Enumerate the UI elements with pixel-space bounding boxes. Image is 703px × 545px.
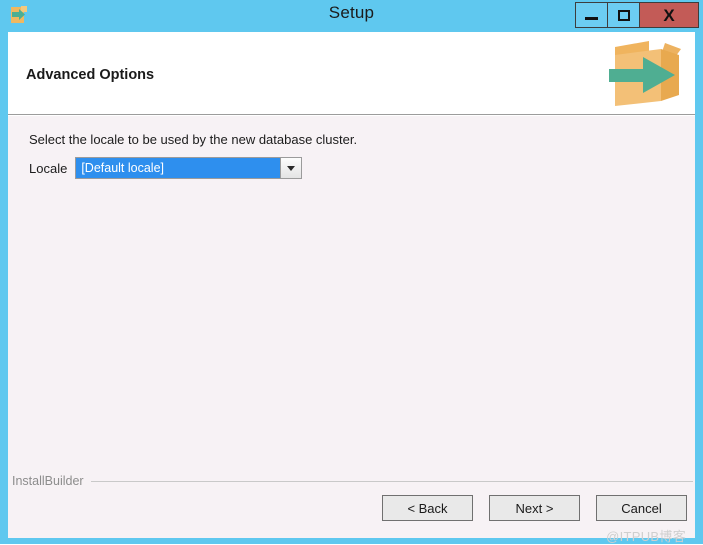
close-icon: X xyxy=(663,5,675,25)
cancel-button[interactable]: Cancel xyxy=(596,495,687,521)
footer-area: InstallBuilder < Back Next > Cancel @ITP… xyxy=(8,474,695,544)
setup-window: Setup X Advanced Options Select the loca… xyxy=(0,0,703,544)
back-button[interactable]: < Back xyxy=(382,495,473,521)
dropdown-arrow-button[interactable] xyxy=(280,158,302,178)
maximize-icon xyxy=(617,9,630,21)
locale-field-row: Locale [Default locale] xyxy=(29,157,303,179)
title-bar: Setup X xyxy=(0,0,703,32)
installbuilder-brand: InstallBuilder xyxy=(12,474,84,488)
chevron-down-icon xyxy=(287,165,296,171)
button-row: < Back Next > Cancel xyxy=(382,495,687,521)
header-band: Advanced Options xyxy=(8,32,695,115)
maximize-button[interactable] xyxy=(607,2,640,28)
instruction-text: Select the locale to be used by the new … xyxy=(29,132,358,147)
content-area: Select the locale to be used by the new … xyxy=(8,115,695,544)
locale-dropdown[interactable]: [Default locale] xyxy=(75,157,303,179)
locale-label: Locale xyxy=(29,160,68,176)
close-button[interactable]: X xyxy=(639,2,699,28)
footer-divider xyxy=(90,480,693,482)
minimize-icon xyxy=(585,17,598,20)
page-title: Advanced Options xyxy=(26,67,155,83)
brand-row: InstallBuilder xyxy=(8,474,695,488)
box-with-green-arrow-logo xyxy=(609,41,681,106)
window-controls: X xyxy=(575,2,699,28)
next-button[interactable]: Next > xyxy=(489,495,580,521)
dialog-panel: Advanced Options Select the locale to be… xyxy=(8,32,695,544)
minimize-button[interactable] xyxy=(575,2,608,28)
watermark: @ITPUB博客 xyxy=(606,529,686,544)
locale-selected-value: [Default locale] xyxy=(81,161,164,175)
